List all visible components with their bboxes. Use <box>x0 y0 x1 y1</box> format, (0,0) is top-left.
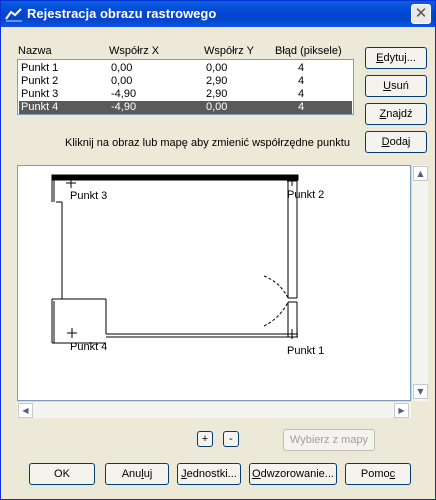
raster-image-canvas[interactable]: Punkt 1 Punkt 2 Punkt 3 Punkt 4 <box>17 165 411 401</box>
point-4-marker[interactable] <box>67 328 77 338</box>
edit-button[interactable]: Edytuj... <box>365 47 427 69</box>
title-bar[interactable]: Rejestracja obrazu rastrowego ✕ <box>1 1 435 27</box>
scroll-up-arrow-icon[interactable]: ▲ <box>413 166 428 181</box>
choose-from-map-button[interactable]: Wybierz z mapy <box>283 429 375 451</box>
point-1-label: Punkt 1 <box>287 345 325 357</box>
window-title: Rejestracja obrazu rastrowego <box>27 6 217 21</box>
units-button[interactable]: Jednostki... <box>177 463 241 485</box>
scroll-right-arrow-icon[interactable]: ▶ <box>394 403 409 418</box>
scroll-down-arrow-icon[interactable]: ▼ <box>413 384 428 399</box>
projection-button[interactable]: Odwzorowanie... <box>249 463 337 485</box>
top-wall <box>51 174 299 181</box>
points-list[interactable]: Punkt 1 0,00 0,00 4 Punkt 2 0,00 2,90 4 … <box>17 59 354 115</box>
column-header-error[interactable]: Błąd (piksele) <box>275 45 342 57</box>
help-button[interactable]: Pomoc <box>345 463 411 485</box>
scroll-left-arrow-icon[interactable]: ◀ <box>18 403 33 418</box>
table-row[interactable]: Punkt 3 -4,90 2,90 4 <box>19 88 352 101</box>
cancel-button[interactable]: Anuluj <box>105 463 169 485</box>
point-4-label: Punkt 4 <box>70 341 108 353</box>
column-header-x[interactable]: Współrz X <box>109 45 159 57</box>
registration-dialog: Rejestracja obrazu rastrowego ✕ Nazwa Ws… <box>0 0 436 500</box>
column-header-name[interactable]: Nazwa <box>18 45 52 57</box>
table-row[interactable]: Punkt 2 0,00 2,90 4 <box>19 75 352 88</box>
ok-button[interactable]: OK <box>29 463 95 485</box>
horizontal-scrollbar[interactable]: ◀ ▶ <box>17 401 411 418</box>
find-button[interactable]: Znajdź <box>365 103 427 125</box>
table-row[interactable]: Punkt 1 0,00 0,00 4 <box>19 62 352 75</box>
add-button[interactable]: Dodaj <box>365 131 427 153</box>
zoom-out-button[interactable]: - <box>223 431 239 447</box>
remove-button[interactable]: Usuń <box>365 75 427 97</box>
column-header-y[interactable]: Współrz Y <box>204 45 254 57</box>
point-3-label: Punkt 3 <box>70 190 108 202</box>
zoom-in-button[interactable]: + <box>197 431 213 447</box>
point-2-label: Punkt 2 <box>287 189 325 201</box>
table-row-selected[interactable]: Punkt 4 -4,90 0,00 4 <box>19 101 352 114</box>
door-arc-upper <box>263 275 289 299</box>
map-registration-icon <box>5 8 22 22</box>
door-arc-lower <box>263 301 289 327</box>
close-icon[interactable]: ✕ <box>411 4 431 24</box>
vertical-scrollbar[interactable]: ▲ ▼ <box>411 165 428 401</box>
instruction-text: Kliknij na obraz lub mapę aby zmienić ws… <box>65 137 350 149</box>
